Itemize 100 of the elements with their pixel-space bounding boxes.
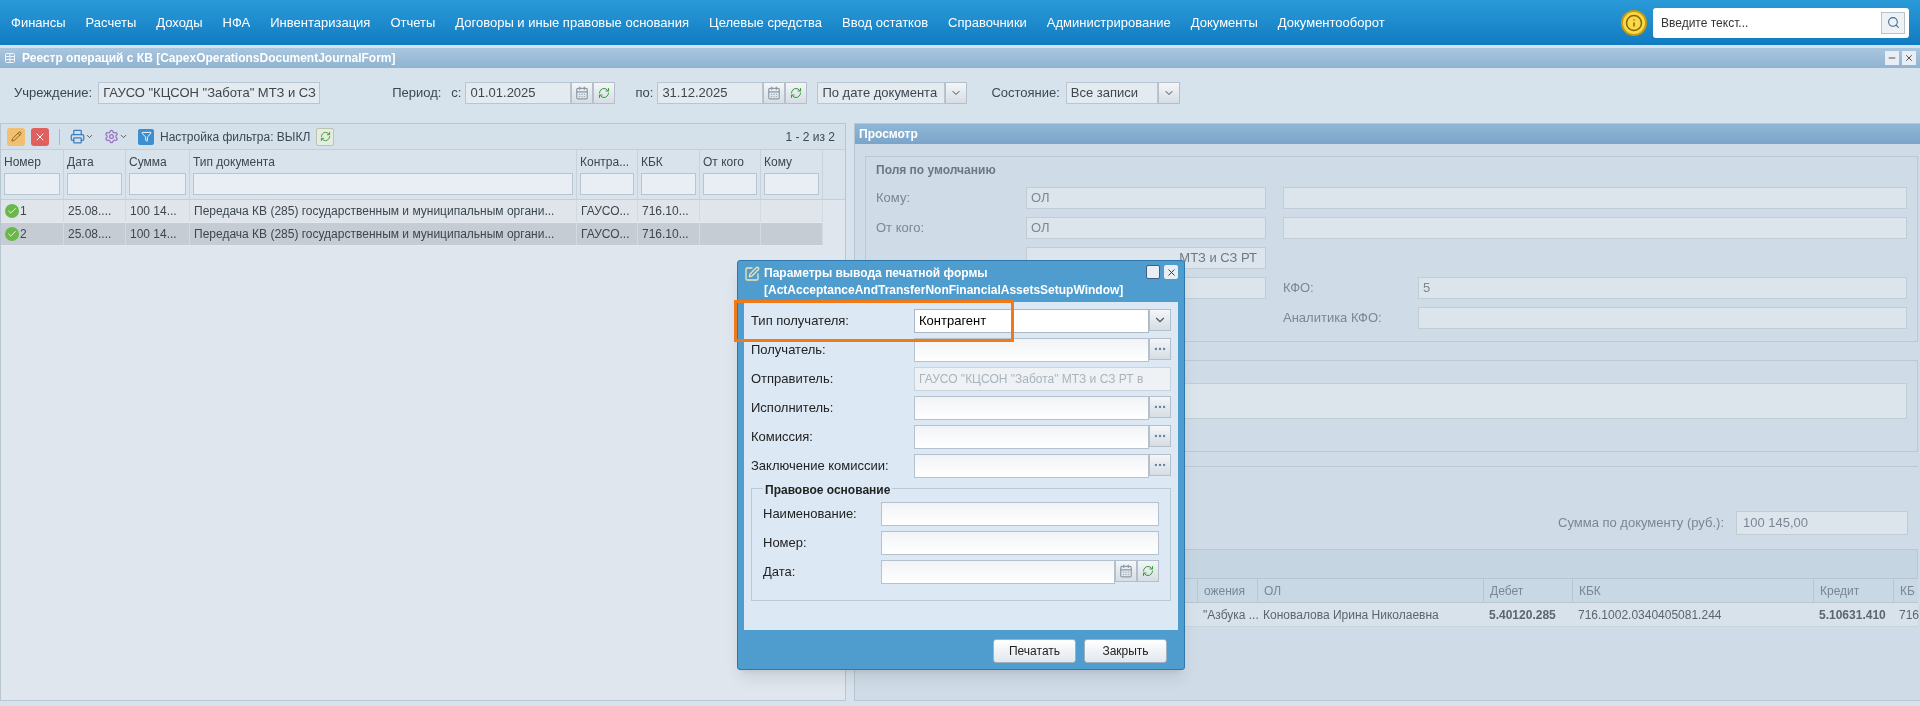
menu-item[interactable]: Ввод остатков	[842, 12, 929, 33]
column-header[interactable]: Сумма	[129, 153, 186, 173]
field-label: Период:	[392, 84, 442, 103]
table-cell-text: 716.1002.0340405081.244	[1577, 607, 1723, 624]
date-mode-select[interactable]: По дате документа	[817, 82, 946, 104]
column-filter-field[interactable]	[641, 173, 696, 195]
field-label: Получатель:	[751, 340, 827, 359]
menu-item[interactable]: Отчеты	[390, 12, 436, 33]
column-filter-field[interactable]	[703, 173, 757, 195]
ellipsis-icon[interactable]	[1149, 453, 1171, 476]
delete-icon[interactable]	[31, 127, 49, 146]
info-icon[interactable]	[1621, 9, 1647, 36]
table-cell-text: 25.08....	[68, 203, 112, 220]
maximize-icon[interactable]	[1146, 265, 1160, 279]
readonly-field: ОЛ	[1026, 187, 1266, 209]
filter-icon[interactable]	[138, 128, 154, 145]
field-label: КФО:	[1283, 279, 1315, 298]
field-label: Аналитика КФО:	[1283, 309, 1383, 328]
table-cell-text: ГАУСО...	[581, 203, 630, 220]
filter-setting-button[interactable]: Настройка фильтра: ВЫКЛ	[160, 127, 311, 146]
menu-item[interactable]: НФА	[222, 12, 251, 33]
column-filter-field[interactable]	[580, 173, 634, 195]
field-label: Кому:	[876, 189, 911, 208]
dropdown-caret-icon[interactable]	[1157, 82, 1180, 104]
field-label: по:	[635, 84, 654, 103]
menu-item[interactable]: Документы	[1190, 12, 1258, 33]
menu-item[interactable]: Доходы	[156, 12, 203, 33]
ellipsis-icon[interactable]	[1149, 424, 1171, 447]
institution-field[interactable]: ГАУСО "КЦСОН "Забота" МТЗ и СЗ	[98, 82, 321, 104]
panel-title: Просмотр	[859, 126, 918, 143]
recipient-type-select[interactable]: Контрагент	[914, 308, 1149, 333]
fieldset-legend: Поля по умолчанию	[876, 155, 1907, 179]
table-cell-text: 25.08....	[68, 226, 112, 243]
column-header[interactable]: КБК	[641, 153, 696, 173]
table-cell-text: 716	[1898, 607, 1918, 624]
column-filter-field[interactable]	[129, 173, 186, 195]
search-icon[interactable]	[1881, 11, 1905, 34]
input-field[interactable]	[881, 501, 1159, 526]
close-icon[interactable]	[1164, 265, 1178, 279]
input-field[interactable]	[914, 395, 1149, 420]
column-header[interactable]: От кого	[703, 153, 757, 173]
column-filter-field[interactable]	[764, 173, 819, 195]
menu-item[interactable]: Документооборот	[1277, 12, 1385, 33]
dropdown-caret-icon[interactable]	[1149, 308, 1171, 331]
column-filter-field[interactable]	[4, 173, 60, 195]
table-cell-text: 716.10...	[642, 203, 689, 220]
menu-item[interactable]: Расчеты	[85, 12, 137, 33]
column-filter-field[interactable]	[67, 173, 122, 195]
field-label: Учреждение:	[14, 84, 93, 103]
settings-icon[interactable]	[104, 129, 128, 144]
menu-item[interactable]: Инвентаризация	[270, 12, 371, 33]
refresh-icon[interactable]	[316, 127, 335, 146]
column-header[interactable]: Номер	[4, 153, 60, 173]
readonly-field: 100 145,00	[1736, 511, 1908, 535]
print-icon[interactable]	[70, 129, 94, 144]
menu-item[interactable]: Целевые средства	[709, 12, 823, 33]
edit-icon[interactable]	[7, 127, 25, 146]
dropdown-caret-icon[interactable]	[945, 82, 968, 104]
column-header[interactable]: Дата	[67, 153, 122, 173]
date-field[interactable]: 01.01.2025	[465, 82, 572, 104]
close-icon[interactable]	[1902, 51, 1916, 65]
calendar-icon[interactable]	[571, 82, 594, 104]
readonly-field: ОЛ	[1026, 217, 1266, 239]
window-title: Реестр операций с КВ [CapexOperationsDocumentJournalForm]	[22, 50, 396, 67]
menu-item[interactable]: Договоры и иные правовые основания	[455, 12, 690, 33]
input-field[interactable]	[914, 453, 1149, 478]
dialog-button[interactable]: Закрыть	[1084, 639, 1167, 663]
table-cell-text: 1	[20, 203, 27, 220]
calendar-reset-icon[interactable]	[1137, 559, 1159, 582]
field-label: Сумма по документу (руб.):	[1558, 514, 1724, 533]
column-header[interactable]: Тип документа	[193, 153, 573, 173]
date-field[interactable]: 31.12.2025	[657, 82, 764, 104]
menu-item[interactable]: Справочники	[948, 12, 1027, 33]
table-row[interactable]: 2 25.08.... 100 14... Передача КВ (285) государственным и муниципальным органи... ГАУСО... 716.10...	[1, 223, 823, 246]
table-row[interactable]: 1 25.08.... 100 14... Передача КВ (285) государственным и муниципальным органи... ГАУСО... 716.10...	[1, 200, 823, 223]
calendar-icon[interactable]	[1115, 559, 1137, 582]
field-label: Комиссия:	[751, 427, 814, 446]
date-field[interactable]	[881, 559, 1115, 584]
state-select[interactable]: Все записи	[1065, 82, 1158, 104]
column-filter-field[interactable]	[193, 173, 573, 195]
field-label: Дата:	[763, 562, 797, 581]
menu-item[interactable]: Администрирование	[1046, 12, 1171, 33]
column-header[interactable]: Контра...	[580, 153, 634, 173]
column-header[interactable]: Кому	[764, 153, 819, 173]
dialog-icon	[744, 266, 760, 282]
input-field[interactable]	[914, 424, 1149, 449]
table-cell-text: 5.40120.285	[1488, 607, 1557, 624]
calendar-reset-icon[interactable]	[593, 82, 616, 104]
search-box[interactable]: Введите текст...	[1653, 7, 1909, 38]
input-field[interactable]	[881, 530, 1159, 555]
calendar-icon[interactable]	[763, 82, 786, 104]
calendar-reset-icon[interactable]	[785, 82, 808, 104]
table-cell-text: Передача КВ (285) государственным и муниципальным органи...	[194, 203, 555, 220]
field-label: Состояние:	[991, 84, 1060, 103]
ellipsis-icon[interactable]	[1149, 395, 1171, 418]
search-field[interactable]: Введите текст...	[1661, 13, 1881, 32]
dialog-button[interactable]: Печатать	[993, 639, 1076, 663]
input-field[interactable]	[914, 337, 1149, 362]
ellipsis-icon[interactable]	[1149, 337, 1171, 360]
menu-item[interactable]: Финансы	[11, 12, 66, 33]
